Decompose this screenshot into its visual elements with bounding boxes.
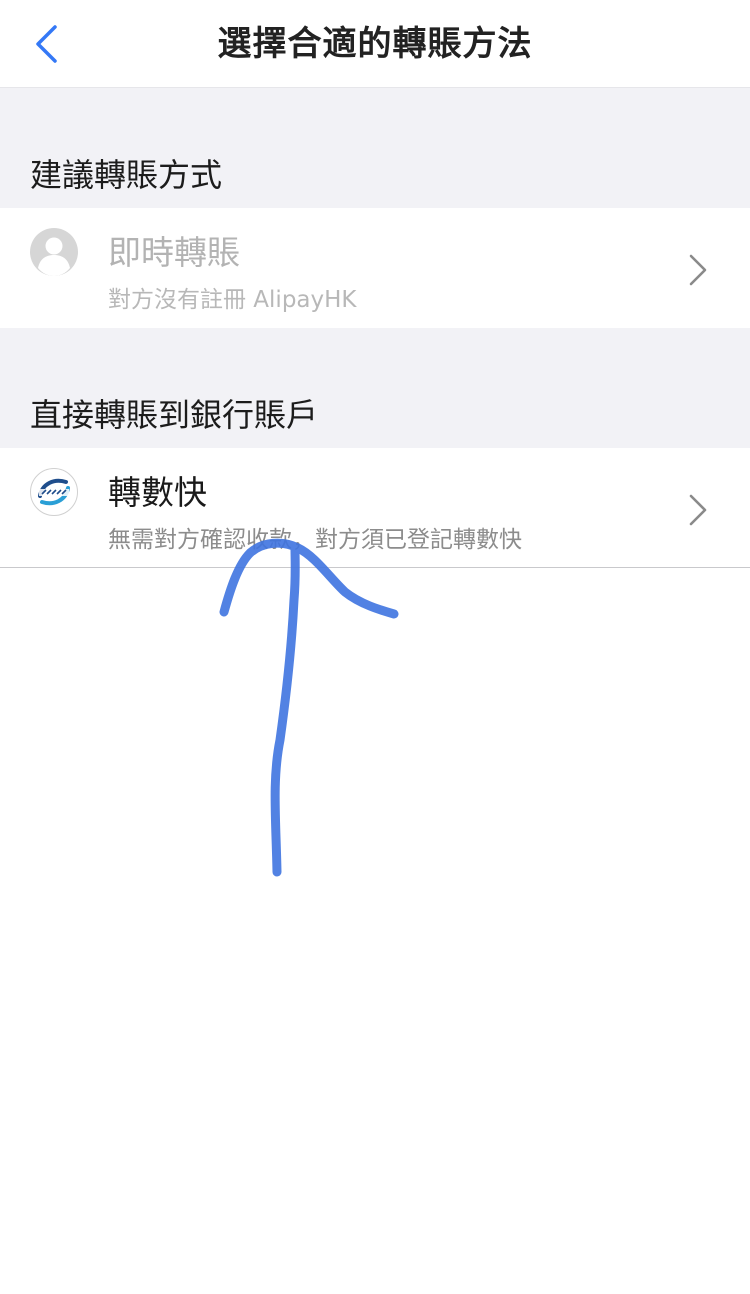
chevron-left-icon (36, 25, 57, 63)
section-header-suggested: 建議轉賬方式 (0, 88, 750, 208)
list-item-title: 即時轉賬 (108, 233, 240, 272)
page-title: 選擇合適的轉賬方法 (217, 24, 533, 64)
chevron-right-icon (689, 254, 707, 286)
chevron-right-icon (689, 494, 707, 526)
section-title-bank: 直接轉賬到銀行賬戶 (30, 396, 319, 434)
list-item-instant-transfer[interactable]: 即時轉賬 對方沒有註冊 AlipayHK (0, 208, 750, 328)
list-divider (0, 567, 750, 568)
navigation-bar: 選擇合適的轉賬方法 (0, 0, 750, 88)
list-item-fps[interactable]: 轉數快 無需對方確認收款，對方須已登記轉數快 (0, 448, 750, 568)
screen: 選擇合適的轉賬方法 建議轉賬方式 即時轉賬 對方沒有註冊 AlipayHK 直接… (0, 0, 750, 1294)
list-item-subtitle: 對方沒有註冊 AlipayHK (108, 287, 357, 313)
section-title-suggested: 建議轉賬方式 (30, 156, 223, 194)
list-item-title: 轉數快 (108, 473, 207, 512)
back-button[interactable] (22, 20, 70, 68)
user-avatar-icon (30, 228, 78, 276)
list-item-subtitle: 無需對方確認收款，對方須已登記轉數快 (108, 527, 522, 553)
section-header-bank: 直接轉賬到銀行賬戶 (0, 328, 750, 448)
fps-logo-icon (30, 468, 78, 516)
